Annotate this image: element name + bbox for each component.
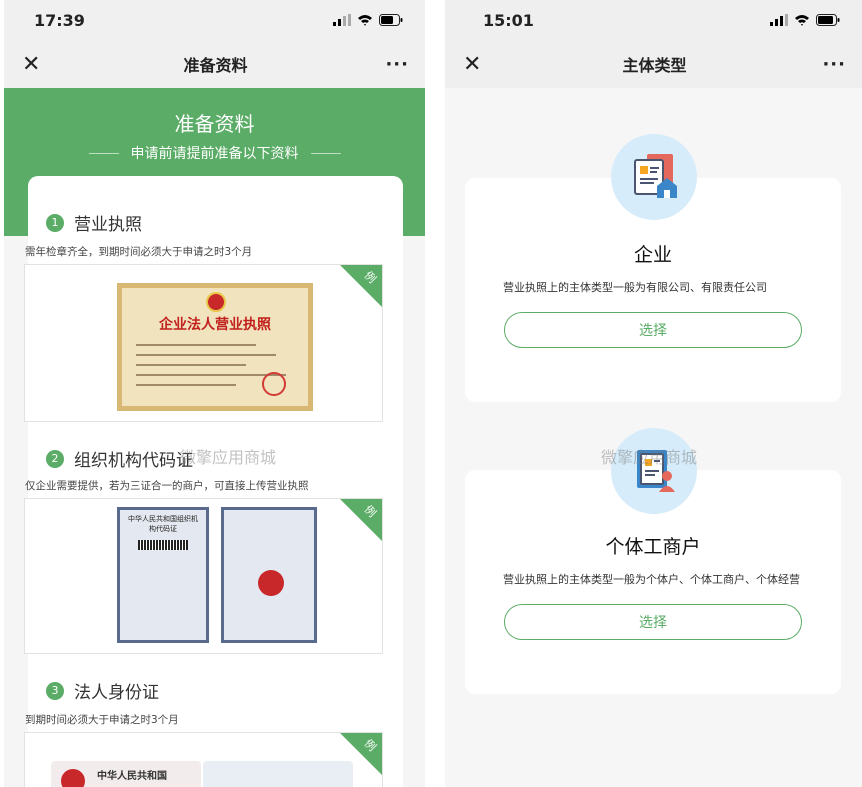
signal-icon — [333, 14, 351, 26]
id-card-heading: 中华人民共和国 — [97, 771, 167, 782]
battery-icon — [379, 14, 403, 26]
wifi-icon — [795, 15, 809, 26]
org-code-cert-back — [221, 507, 317, 643]
select-enterprise-button[interactable]: 选择 — [504, 312, 802, 348]
option-desc: 营业执照上的主体类型一般为有限公司、有限责任公司 — [503, 281, 767, 294]
individual-business-icon — [611, 428, 697, 514]
license-line — [136, 354, 276, 356]
header-subtitle: 申请前请提前准备以下资料 — [130, 146, 299, 162]
business-license-sample-image[interactable]: 企业法人营业执照 例 — [24, 264, 383, 422]
page-title: 主体类型 — [622, 56, 687, 75]
battery-icon — [816, 14, 840, 26]
wifi-icon — [358, 15, 372, 26]
section-business-license-heading: 1 营业执照 — [46, 210, 142, 235]
section-number: 2 — [46, 449, 64, 468]
license-heading: 企业法人营业执照 — [159, 317, 271, 333]
section-org-code-heading: 2 组织机构代码证 — [46, 446, 193, 471]
status-time: 17:39 — [34, 10, 85, 30]
id-card-front: 中华人民共和国 — [51, 761, 201, 787]
right-phone-screen: 15:01 ✕ 主体类型 ··· 企业 营业执照上的主体类型一般为有限公司、有限… — [445, 0, 862, 787]
page-title: 准备资料 — [183, 56, 248, 75]
watermark: 微擎应用商城 — [180, 448, 277, 467]
select-individual-button[interactable]: 选择 — [504, 604, 802, 640]
id-card-back — [203, 761, 353, 787]
enterprise-building-icon — [611, 134, 697, 220]
section-title: 组织机构代码证 — [74, 451, 193, 471]
watermark: 微擎应用商城 — [601, 448, 698, 467]
option-title: 企业 — [633, 244, 672, 266]
section-title: 法人身份证 — [74, 683, 159, 703]
document-house-icon — [634, 154, 677, 198]
org-code-sample-image[interactable]: 中华人民共和国组织机构代码证 例 — [24, 498, 383, 654]
national-emblem-icon — [258, 570, 284, 596]
cert-heading: 中华人民共和国组织机构代码证 — [128, 515, 198, 533]
section-title: 营业执照 — [74, 215, 142, 235]
license-line — [136, 384, 236, 386]
national-emblem-icon — [206, 292, 226, 312]
signal-icon — [770, 14, 788, 26]
close-icon[interactable]: ✕ — [22, 52, 52, 77]
status-bar: 17:39 — [4, 0, 425, 40]
section-desc: 需年检章齐全，到期时间必须大于申请之时3个月 — [25, 246, 253, 258]
status-icons — [333, 14, 403, 26]
license-line — [136, 344, 256, 346]
status-time: 15:01 — [483, 10, 534, 30]
more-menu-icon[interactable]: ··· — [379, 54, 409, 75]
nav-bar: ✕ 主体类型 ··· — [445, 40, 862, 88]
section-desc: 仅企业需要提供，若为三证合一的商户，可直接上传营业执照 — [25, 480, 309, 492]
header-subtitle-row: 申请前请提前准备以下资料 — [4, 143, 425, 163]
left-phone-screen: 17:39 ✕ 准备资料 ··· 准备资料 申请前请提前准备以下资料 1 营业执… — [4, 0, 425, 787]
barcode-icon — [138, 540, 188, 550]
more-menu-icon[interactable]: ··· — [816, 54, 846, 75]
national-emblem-icon — [61, 769, 85, 787]
divider-line — [88, 152, 119, 154]
red-seal-icon — [262, 372, 286, 396]
section-number: 1 — [46, 213, 64, 232]
divider-line — [310, 152, 341, 154]
header-title: 准备资料 — [174, 112, 255, 136]
section-desc: 到期时间必须大于申请之时3个月 — [25, 714, 179, 726]
license-document: 企业法人营业执照 — [117, 283, 313, 411]
close-icon[interactable]: ✕ — [463, 52, 493, 77]
section-number: 3 — [46, 681, 64, 700]
license-line — [136, 364, 246, 366]
status-icons — [770, 14, 840, 26]
option-title: 个体工商户 — [605, 536, 701, 558]
section-id-card-heading: 3 法人身份证 — [46, 678, 159, 703]
nav-bar: ✕ 准备资料 ··· — [4, 40, 425, 88]
id-card-sample-image[interactable]: 中华人民共和国 例 — [24, 732, 383, 787]
materials-card: 1 营业执照 需年检章齐全，到期时间必须大于申请之时3个月 企业法人营业执照 例… — [24, 176, 403, 787]
status-bar: 15:01 — [445, 0, 862, 40]
org-code-cert-front: 中华人民共和国组织机构代码证 — [117, 507, 209, 643]
option-desc: 营业执照上的主体类型一般为个体户、个体工商户、个体经营 — [503, 573, 800, 586]
